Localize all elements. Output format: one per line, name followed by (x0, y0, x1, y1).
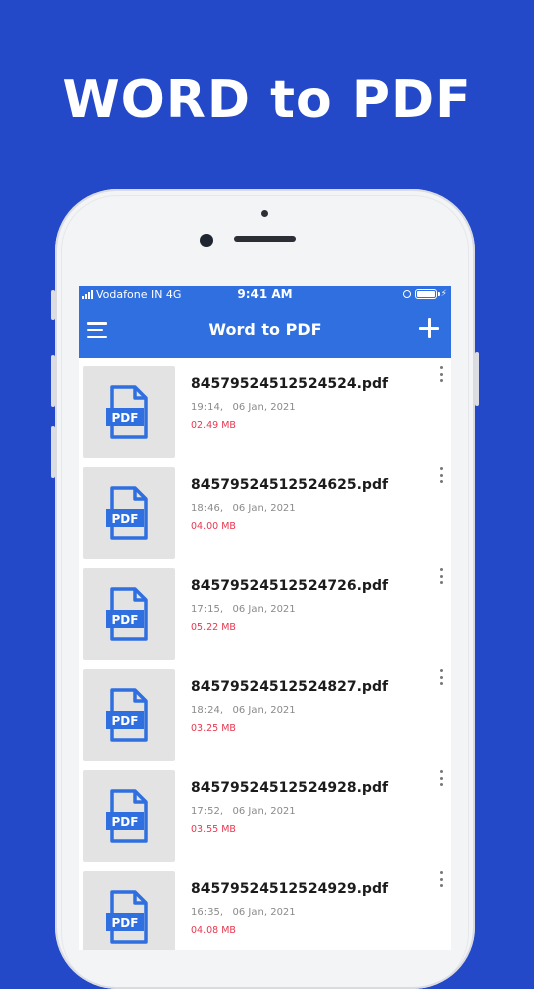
pdf-file-icon: PDF (106, 385, 148, 439)
promo-title: WORD to PDF (62, 70, 472, 130)
file-thumbnail: PDF (83, 871, 175, 950)
volume-up-button (51, 355, 55, 407)
file-date: 18:46, 06 Jan, 2021 (191, 503, 296, 514)
file-list-item[interactable]: PDF 84579524512524929.pdf 16:35, 06 Jan,… (79, 863, 451, 950)
file-date: 18:24, 06 Jan, 2021 (191, 705, 296, 716)
file-thumbnail: PDF (83, 770, 175, 862)
file-list-item[interactable]: PDF 84579524512524625.pdf 18:46, 06 Jan,… (79, 459, 451, 560)
pdf-file-icon: PDF (106, 890, 148, 944)
file-list-item[interactable]: PDF 84579524512524726.pdf 17:15, 06 Jan,… (79, 560, 451, 661)
power-button (475, 352, 479, 406)
more-options-icon[interactable] (439, 366, 443, 382)
file-date: 17:15, 06 Jan, 2021 (191, 604, 296, 615)
pdf-file-icon: PDF (106, 486, 148, 540)
status-time: 9:41 AM (237, 287, 293, 301)
more-options-icon[interactable] (439, 568, 443, 584)
add-icon[interactable] (419, 318, 439, 338)
file-size: 02.49 MB (191, 420, 236, 431)
pdf-icon-label: PDF (112, 512, 139, 526)
pdf-icon-label: PDF (112, 411, 139, 425)
file-list-item[interactable]: PDF 84579524512524928.pdf 17:52, 06 Jan,… (79, 762, 451, 863)
app-bar: Word to PDF (79, 304, 451, 358)
file-name: 84579524512524524.pdf (191, 376, 389, 392)
pdf-file-icon: PDF (106, 587, 148, 641)
file-size: 03.25 MB (191, 723, 236, 734)
more-options-icon[interactable] (439, 770, 443, 786)
phone-screen: Vodafone IN 4G 9:41 AM ⚡ Word to PDF PDF… (79, 286, 451, 950)
orientation-lock-icon (402, 290, 411, 298)
front-camera (200, 234, 213, 247)
volume-down-button (51, 426, 55, 478)
pdf-icon-label: PDF (112, 613, 139, 627)
file-thumbnail: PDF (83, 467, 175, 559)
file-name: 84579524512524625.pdf (191, 477, 389, 493)
file-date: 17:52, 06 Jan, 2021 (191, 806, 296, 817)
file-size: 03.55 MB (191, 824, 236, 835)
status-bar: Vodafone IN 4G 9:41 AM ⚡ (79, 286, 451, 304)
pdf-file-icon: PDF (106, 688, 148, 742)
app-title: Word to PDF (208, 320, 322, 339)
pdf-icon-label: PDF (112, 815, 139, 829)
file-name: 84579524512524726.pdf (191, 578, 389, 594)
file-size: 05.22 MB (191, 622, 236, 633)
file-name: 84579524512524928.pdf (191, 780, 389, 796)
file-list-item[interactable]: PDF 84579524512524827.pdf 18:24, 06 Jan,… (79, 661, 451, 762)
file-size: 04.08 MB (191, 925, 236, 936)
file-size: 04.00 MB (191, 521, 236, 532)
mute-switch (51, 290, 55, 320)
proximity-sensor (261, 210, 268, 217)
file-list-item[interactable]: PDF 84579524512524524.pdf 19:14, 06 Jan,… (79, 358, 451, 459)
pdf-file-icon: PDF (106, 789, 148, 843)
pdf-icon-label: PDF (112, 916, 139, 930)
file-list: PDF 84579524512524524.pdf 19:14, 06 Jan,… (79, 358, 451, 950)
file-name: 84579524512524929.pdf (191, 881, 389, 897)
battery-icon (414, 289, 440, 299)
file-date: 19:14, 06 Jan, 2021 (191, 402, 296, 413)
file-thumbnail: PDF (83, 366, 175, 458)
file-date: 16:35, 06 Jan, 2021 (191, 907, 296, 918)
battery-area: ⚡ (402, 289, 447, 299)
file-thumbnail: PDF (83, 669, 175, 761)
file-thumbnail: PDF (83, 568, 175, 660)
more-options-icon[interactable] (439, 467, 443, 483)
more-options-icon[interactable] (439, 669, 443, 685)
pdf-icon-label: PDF (112, 714, 139, 728)
earpiece-speaker (234, 236, 296, 242)
charging-icon: ⚡ (440, 289, 447, 299)
file-name: 84579524512524827.pdf (191, 679, 389, 695)
more-options-icon[interactable] (439, 871, 443, 887)
